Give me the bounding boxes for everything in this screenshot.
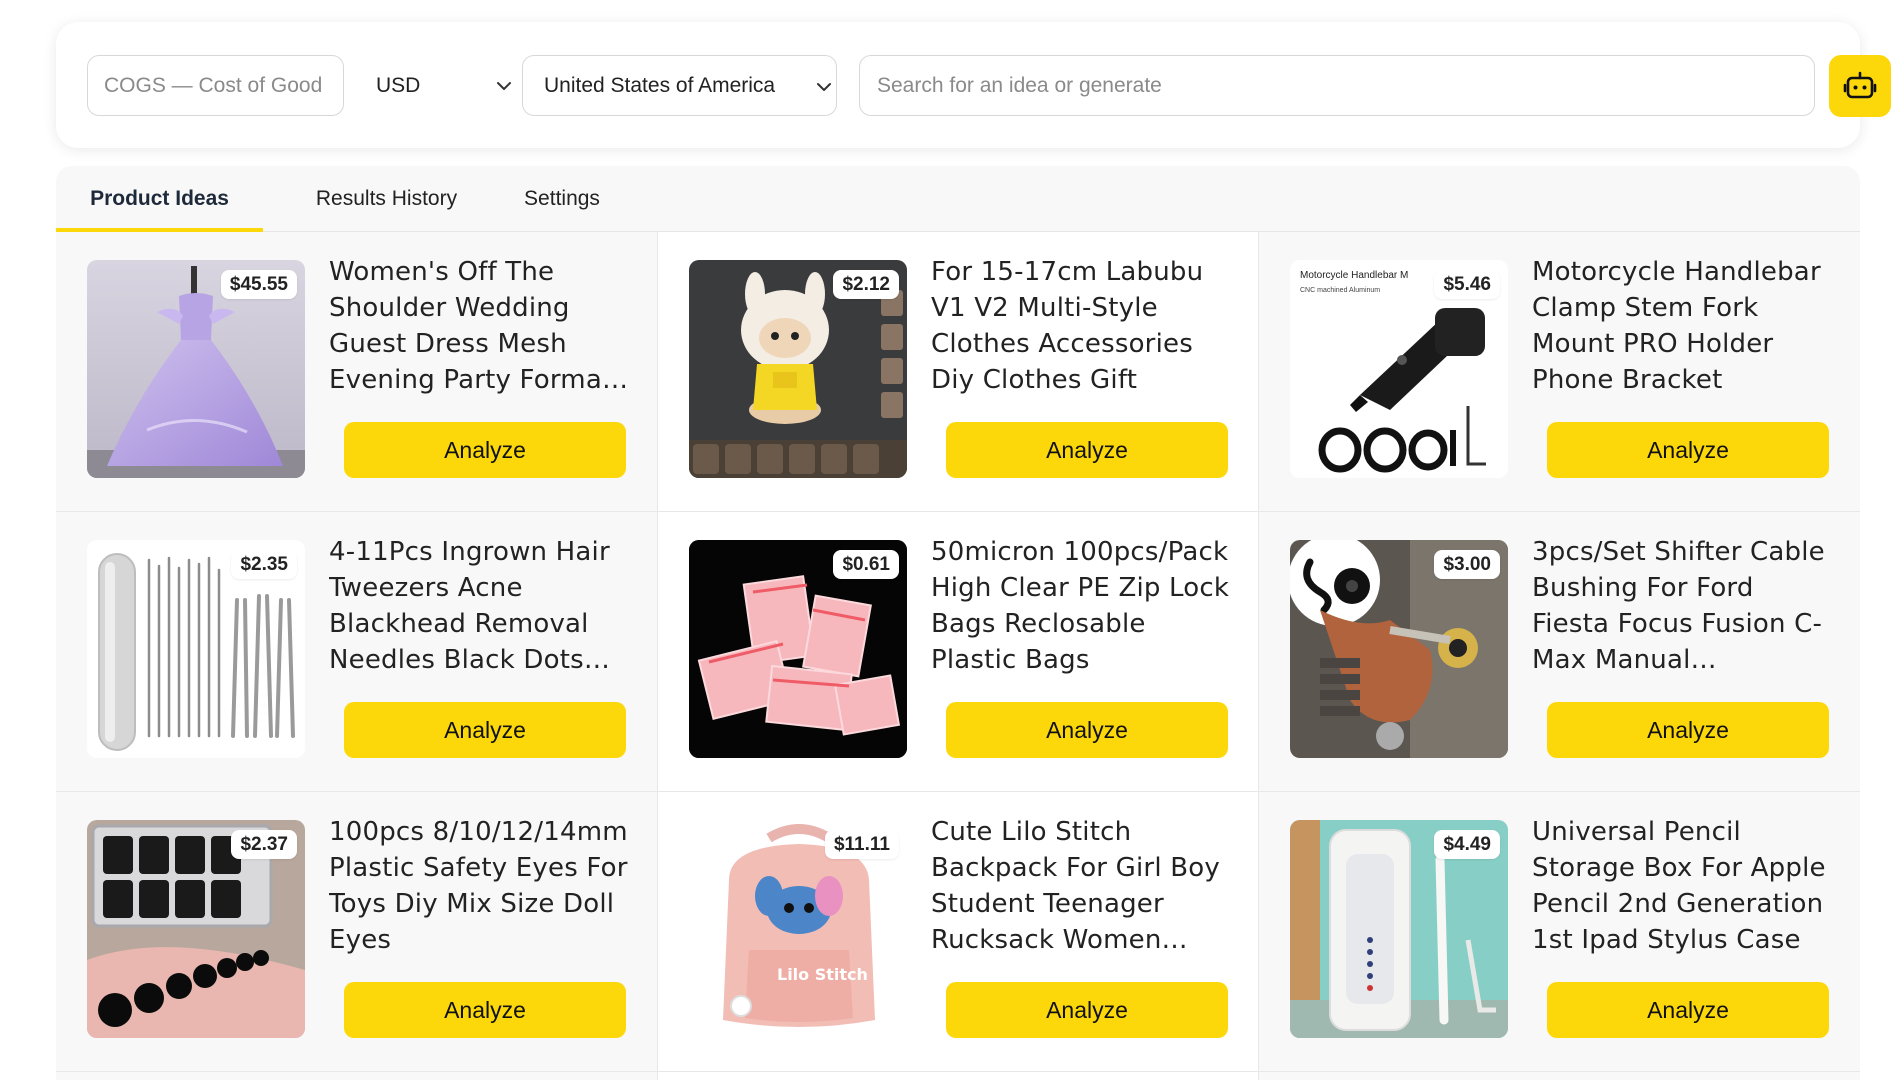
image-caption: Motorcycle Handlebar M <box>1300 270 1408 281</box>
analyze-button[interactable]: Analyze <box>344 702 626 758</box>
price-badge: $4.49 <box>1434 830 1500 859</box>
shifter-bushing-image[interactable]: $3.00 <box>1290 540 1508 758</box>
pencil-case-image[interactable]: $4.49 <box>1290 820 1508 1038</box>
product-card: $2.37 100pcs 8/10/12/14mm Plastic Safety… <box>56 792 658 1072</box>
product-title[interactable]: Universal Pencil Storage Box For Apple P… <box>1532 814 1832 958</box>
price-badge: $0.61 <box>833 550 899 579</box>
country-value: United States of America <box>544 73 776 97</box>
price-badge: $5.46 <box>1434 270 1500 299</box>
product-title[interactable]: Cute Lilo Stitch Backpack For Girl Boy S… <box>931 814 1231 958</box>
handlebar-mount-image[interactable]: Motorcycle Handlebar M CNC machined Alum… <box>1290 260 1508 478</box>
search-toolbar: USD United States of America <box>56 22 1891 148</box>
chevron-down-icon <box>817 83 831 91</box>
currency-select[interactable]: USD <box>360 55 520 116</box>
price-badge: $2.37 <box>231 830 297 859</box>
tab-label: Results History <box>315 187 458 210</box>
doll-clothes-image[interactable]: $2.12 <box>689 260 907 478</box>
backpack-print-text: Lilo Stitch <box>777 965 868 984</box>
product-title[interactable]: Motorcycle Handlebar Clamp Stem Fork Mou… <box>1532 254 1832 398</box>
product-title[interactable]: 3pcs/Set Shifter Cable Bushing For Ford … <box>1532 534 1832 678</box>
product-card: $45.55 Women's Off The Shoulder Wedding … <box>56 232 658 512</box>
tab-results-history[interactable]: Results History <box>289 166 484 232</box>
product-card-partial <box>56 1072 658 1080</box>
product-card: Lilo Stitch $11.11 Cute Lilo Stitch Back… <box>658 792 1259 1072</box>
country-select[interactable]: United States of America <box>522 55 837 116</box>
cogs-input[interactable] <box>87 55 344 116</box>
product-card: $2.12 For 15-17cm Labubu V1 V2 Multi-Sty… <box>658 232 1259 512</box>
product-title[interactable]: 4-11Pcs Ingrown Hair Tweezers Acne Black… <box>329 534 629 678</box>
product-title[interactable]: For 15-17cm Labubu V1 V2 Multi-Style Clo… <box>931 254 1231 398</box>
product-card: $2.35 4-11Pcs Ingrown Hair Tweezers Acne… <box>56 512 658 792</box>
analyze-button[interactable]: Analyze <box>946 982 1228 1038</box>
generate-button[interactable] <box>1829 55 1891 117</box>
analyze-button[interactable]: Analyze <box>946 422 1228 478</box>
tab-settings[interactable]: Settings <box>506 166 618 232</box>
robot-icon <box>1843 71 1877 99</box>
product-grid: $45.55 Women's Off The Shoulder Wedding … <box>56 232 1860 1080</box>
purple-gown-image[interactable]: $45.55 <box>87 260 305 478</box>
product-card: $0.61 50micron 100pcs/Pack High Clear PE… <box>658 512 1259 792</box>
tab-label: Product Ideas <box>90 187 229 210</box>
currency-value: USD <box>376 73 421 97</box>
price-badge: $45.55 <box>220 270 297 299</box>
tab-product-ideas[interactable]: Product Ideas <box>56 166 263 233</box>
product-card: $3.00 3pcs/Set Shifter Cable Bushing For… <box>1259 512 1860 792</box>
search-input[interactable] <box>859 55 1815 116</box>
product-title[interactable]: 100pcs 8/10/12/14mm Plastic Safety Eyes … <box>329 814 629 958</box>
product-title[interactable]: Women's Off The Shoulder Wedding Guest D… <box>329 254 629 398</box>
image-subcaption: CNC machined Aluminum <box>1300 287 1380 294</box>
price-badge: $11.11 <box>824 830 899 859</box>
product-card: Motorcycle Handlebar M CNC machined Alum… <box>1259 232 1860 512</box>
tab-bar: Product Ideas Results History Settings <box>56 166 1860 233</box>
stitch-backpack-image[interactable]: Lilo Stitch $11.11 <box>689 820 907 1038</box>
product-card-partial <box>1259 1072 1860 1080</box>
price-badge: $3.00 <box>1434 550 1500 579</box>
tab-label: Settings <box>524 187 600 210</box>
price-badge: $2.35 <box>231 550 297 579</box>
price-badge: $2.12 <box>833 270 899 299</box>
analyze-button[interactable]: Analyze <box>1547 982 1829 1038</box>
product-card-partial <box>658 1072 1259 1080</box>
zip-bags-image[interactable]: $0.61 <box>689 540 907 758</box>
analyze-button[interactable]: Analyze <box>344 422 626 478</box>
safety-eyes-image[interactable]: $2.37 <box>87 820 305 1038</box>
analyze-button[interactable]: Analyze <box>344 982 626 1038</box>
product-title[interactable]: 50micron 100pcs/Pack High Clear PE Zip L… <box>931 534 1231 678</box>
product-card: $4.49 Universal Pencil Storage Box For A… <box>1259 792 1860 1072</box>
chevron-down-icon <box>497 82 511 90</box>
analyze-button[interactable]: Analyze <box>946 702 1228 758</box>
analyze-button[interactable]: Analyze <box>1547 422 1829 478</box>
tweezers-kit-image[interactable]: $2.35 <box>87 540 305 758</box>
analyze-button[interactable]: Analyze <box>1547 702 1829 758</box>
